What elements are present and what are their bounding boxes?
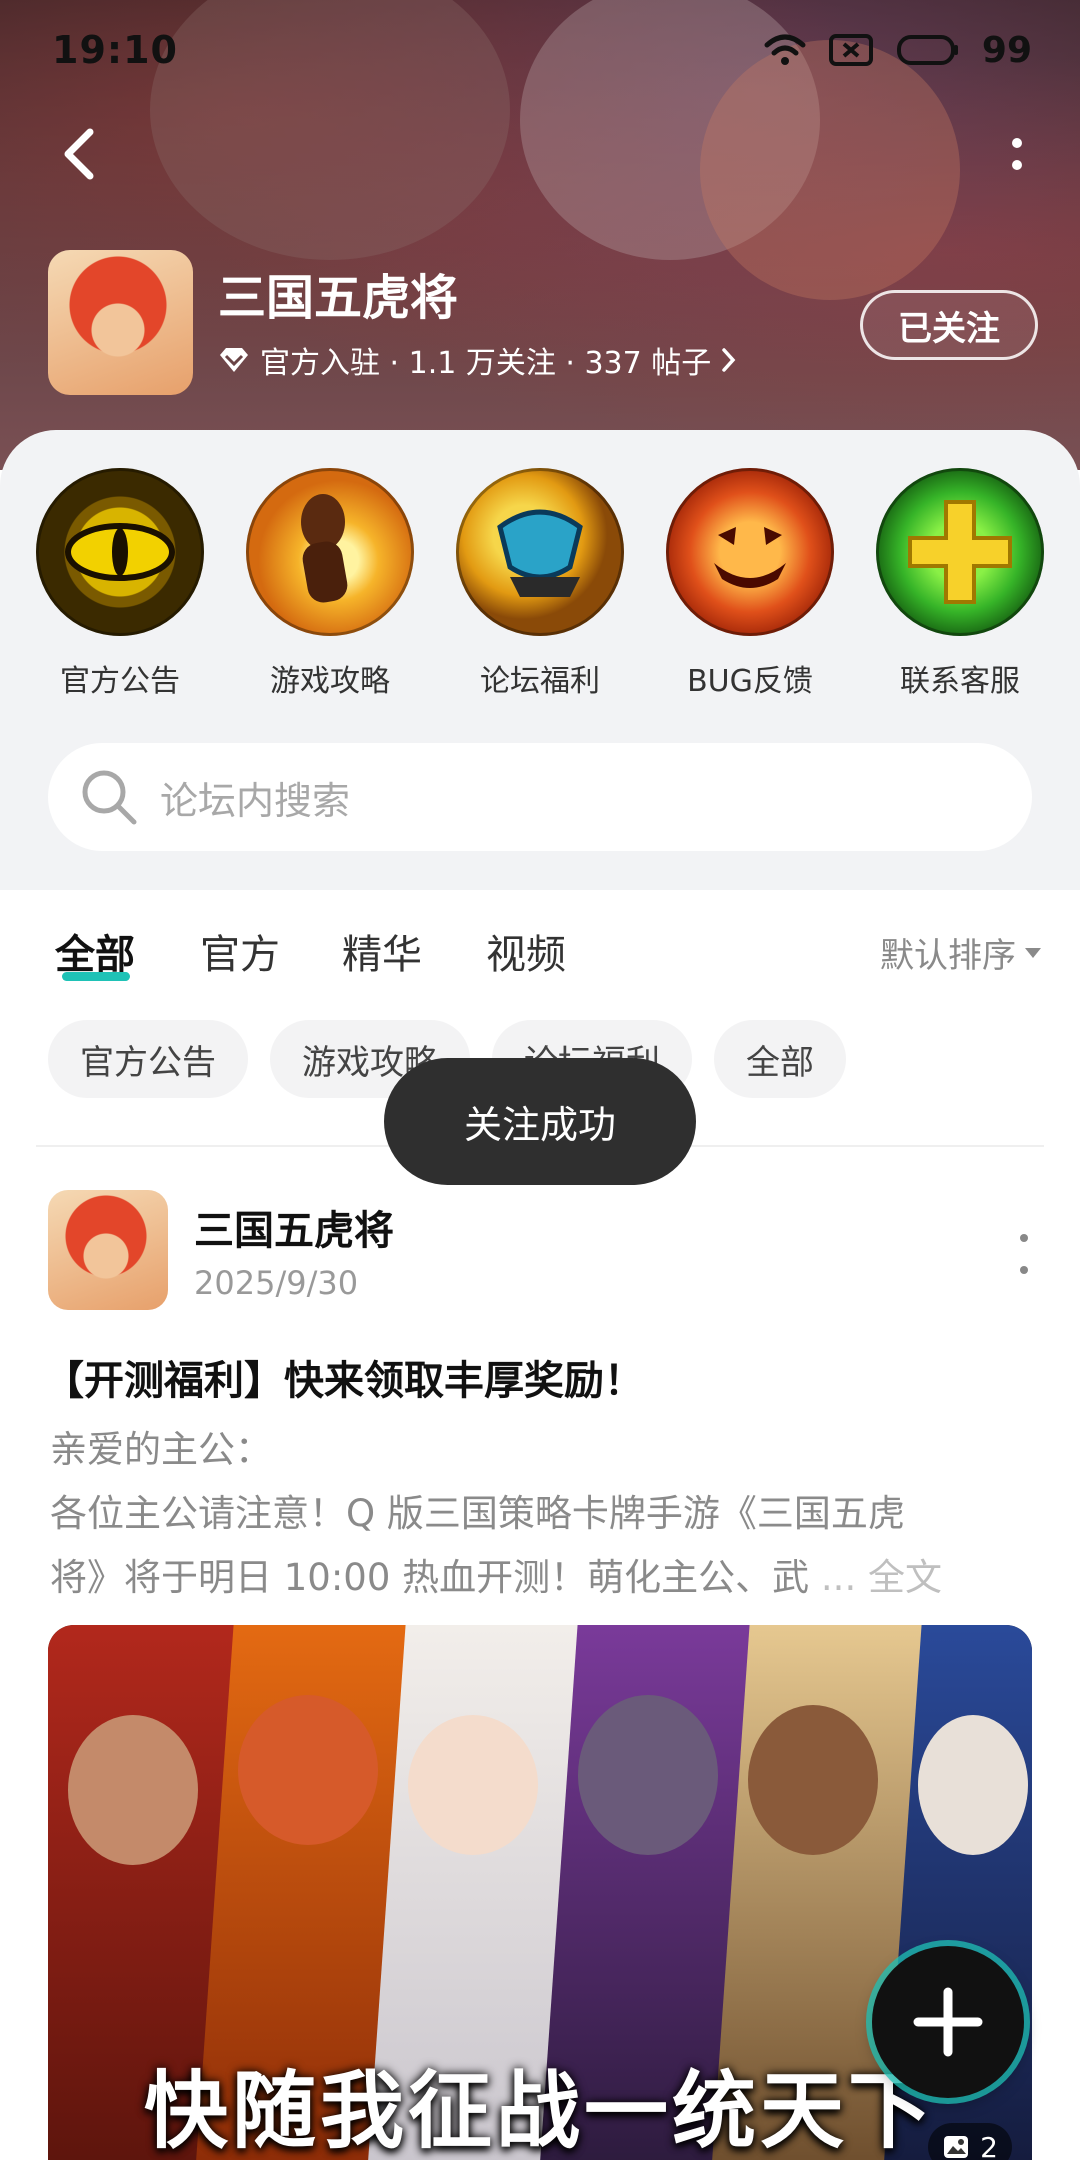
entry-bug-feedback[interactable]: BUG反馈 xyxy=(665,468,835,700)
nav-row xyxy=(0,110,1080,200)
more-dot-icon xyxy=(1020,1266,1028,1274)
post-author[interactable]: 三国五虎将 xyxy=(194,1198,394,1256)
follow-button[interactable]: 已关注 xyxy=(860,290,1038,360)
active-tab-indicator xyxy=(62,972,130,981)
dragon-eye-icon xyxy=(36,468,204,636)
verified-diamond-icon xyxy=(220,348,248,372)
more-dot-icon xyxy=(1012,160,1022,170)
entry-label: 联系客服 xyxy=(900,664,1020,699)
forum-logo xyxy=(48,250,193,395)
entry-contact-support[interactable]: 联系客服 xyxy=(875,468,1045,700)
search-icon xyxy=(82,770,137,825)
tab-official[interactable]: 官方 xyxy=(200,922,280,980)
post-body-line: 亲爱的主公： xyxy=(50,1428,272,1471)
entry-label: 官方公告 xyxy=(60,664,180,699)
hero-figure xyxy=(68,1715,198,1865)
more-dot-icon xyxy=(1020,1234,1028,1242)
forum-header: 三国五虎将 官方入驻 · 1.1 万关注 · 337 帖子 已关注 xyxy=(48,250,1038,400)
ellipsis: ... xyxy=(820,1556,857,1599)
no-sim-icon xyxy=(828,34,873,66)
entry-official-notice[interactable]: 官方公告 xyxy=(35,468,205,700)
tab-featured[interactable]: 精华 xyxy=(342,922,422,980)
battery-icon xyxy=(896,35,958,65)
post-title[interactable]: 【开测福利】快来领取丰厚奖励！ xyxy=(44,1348,644,1406)
post-body-line: 将》将于明日 10:00 热血开测！萌化主公、武 ... 全文 xyxy=(50,1546,1040,1610)
chip-official-notice[interactable]: 官方公告 xyxy=(48,1020,248,1098)
triangle-down-icon xyxy=(1025,947,1041,958)
post-body[interactable]: 亲爱的主公： 各位主公请注意！Q 版三国策略卡牌手游《三国五虎 将》将于明日 1… xyxy=(50,1418,1040,1610)
post-body-line-text: 将》将于明日 10:00 热血开测！萌化主公、武 xyxy=(50,1556,821,1599)
chevron-right-icon xyxy=(722,348,736,372)
toast-message: 关注成功 xyxy=(384,1058,696,1185)
create-post-button[interactable] xyxy=(872,1946,1024,2098)
image-count: 2 xyxy=(980,2130,998,2160)
back-arrow-icon xyxy=(64,128,94,180)
hero-figure xyxy=(578,1695,718,1855)
quick-entry-panel: 官方公告 游戏攻略 论坛福利 BUG反馈 联系客服 论坛内搜索 xyxy=(0,430,1080,890)
sort-dropdown[interactable]: 默认排序 xyxy=(880,928,1042,977)
wifi-icon xyxy=(764,34,806,65)
post-body-line: 各位主公请注意！Q 版三国策略卡牌手游《三国五虎 xyxy=(50,1492,905,1535)
post-date: 2025/9/30 xyxy=(194,1264,359,1302)
entry-label: 论坛福利 xyxy=(480,664,600,699)
tab-video[interactable]: 视频 xyxy=(486,922,566,980)
forum-banner: 19:10 99 三国五虎将 官方入驻 · 1.1 万关注 · 337 帖子 已… xyxy=(0,0,1080,470)
entry-forum-welfare[interactable]: 论坛福利 xyxy=(455,468,625,700)
status-time: 19:10 xyxy=(52,28,178,72)
battery-level: 99 xyxy=(981,29,1032,71)
plus-icon xyxy=(913,1987,983,2057)
hero-figure xyxy=(918,1715,1028,1855)
sort-label: 默认排序 xyxy=(880,936,1016,976)
entry-label: 游戏攻略 xyxy=(270,664,390,699)
forum-meta[interactable]: 官方入驻 · 1.1 万关注 · 337 帖子 xyxy=(218,338,737,382)
entry-game-guide[interactable]: 游戏攻略 xyxy=(245,468,415,700)
quick-entries: 官方公告 游戏攻略 论坛福利 BUG反馈 联系客服 xyxy=(35,468,1045,700)
forum-meta-text: 官方入驻 · 1.1 万关注 · 337 帖子 xyxy=(260,346,712,381)
feed-tabs: 全部 官方 精华 视频 默认排序 xyxy=(0,890,1080,1010)
entry-label: BUG反馈 xyxy=(687,664,813,699)
back-button[interactable] xyxy=(48,124,108,184)
forum-title: 三国五虎将 xyxy=(218,270,459,326)
more-dot-icon xyxy=(1012,138,1022,148)
post-more-button[interactable] xyxy=(1012,1234,1036,1274)
status-bar: 19:10 99 xyxy=(0,0,1080,100)
chip-all[interactable]: 全部 xyxy=(714,1020,846,1098)
forum-search-input[interactable]: 论坛内搜索 xyxy=(48,743,1032,851)
hero-figure xyxy=(748,1705,878,1855)
avatar[interactable] xyxy=(48,1190,168,1310)
post-image[interactable]: 快随我征战一统天下 2 xyxy=(48,1625,1032,2160)
strategy-hand-icon xyxy=(246,468,414,636)
more-options-button[interactable] xyxy=(992,124,1042,184)
plus-cross-icon xyxy=(876,468,1044,636)
read-more-link[interactable]: 全文 xyxy=(868,1556,942,1599)
image-icon xyxy=(944,2136,969,2158)
search-placeholder: 论坛内搜索 xyxy=(160,778,351,823)
pumpkin-icon xyxy=(666,468,834,636)
image-count-badge: 2 xyxy=(928,2123,1012,2160)
status-icons: 99 xyxy=(764,30,1032,71)
hero-figure xyxy=(238,1695,378,1845)
gift-fist-icon xyxy=(456,468,624,636)
hero-figure xyxy=(408,1715,538,1855)
